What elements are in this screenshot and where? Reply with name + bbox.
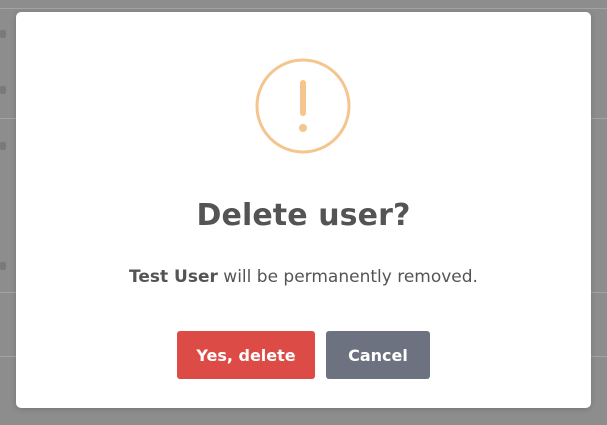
warning-icon <box>255 58 351 154</box>
delete-user-dialog: Delete user? Test User will be permanent… <box>16 12 591 408</box>
background-row-divider <box>0 8 607 9</box>
cancel-button[interactable]: Cancel <box>326 331 430 379</box>
dialog-message-text: will be permanently removed. <box>217 267 478 287</box>
confirm-delete-button[interactable]: Yes, delete <box>177 331 315 379</box>
dialog-message: Test User will be permanently removed. <box>16 267 591 287</box>
dialog-message-user-name: Test User <box>129 267 218 287</box>
background-row-icon <box>0 262 6 270</box>
background-row-icon <box>0 30 6 38</box>
dialog-title: Delete user? <box>196 198 411 233</box>
background-row-icon <box>0 86 6 94</box>
background-row-icon <box>0 142 6 150</box>
